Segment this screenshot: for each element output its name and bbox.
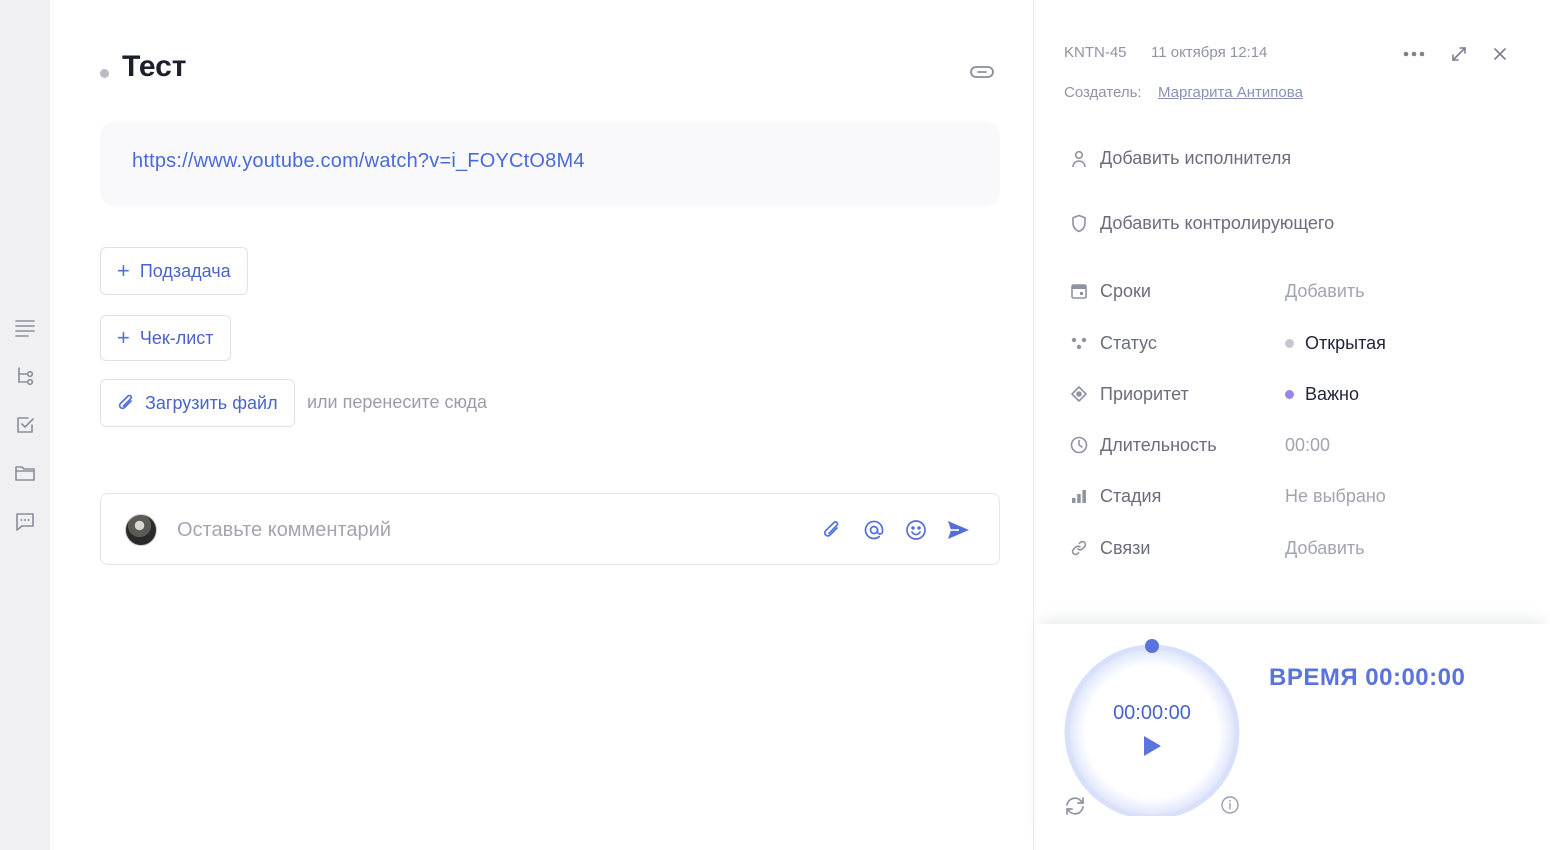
add-assignee-button[interactable]: Добавить исполнителя xyxy=(1070,148,1291,169)
status-value-text: Открытая xyxy=(1305,332,1386,353)
prop-duration: Длительность 00:00 xyxy=(1070,431,1530,459)
prop-links: Связи Добавить xyxy=(1070,534,1530,562)
comment-input[interactable] xyxy=(177,514,777,546)
add-subtask-label: Подзадача xyxy=(139,260,231,281)
more-icon[interactable] xyxy=(1401,42,1427,66)
comment-box xyxy=(100,493,1000,565)
creator-link[interactable]: Маргарита Антипова xyxy=(1158,84,1303,101)
creator-label: Создатель: xyxy=(1064,84,1142,101)
avatar xyxy=(125,514,157,546)
attach-icon[interactable] xyxy=(819,517,845,543)
task-description[interactable]: https://www.youtube.com/watch?v=i_FOYCtO… xyxy=(100,122,1000,206)
close-icon[interactable] xyxy=(1487,42,1513,66)
mention-icon[interactable] xyxy=(861,517,887,543)
reset-icon[interactable] xyxy=(1063,794,1087,818)
info-icon[interactable] xyxy=(1219,794,1241,816)
calendar-icon xyxy=(1070,281,1088,301)
deadline-label: Сроки xyxy=(1100,280,1151,301)
priority-label: Приоритет xyxy=(1100,383,1189,404)
timer-panel: 00:00:00 ВРЕМЯ 00:00:00 xyxy=(1034,624,1550,850)
folder-icon[interactable] xyxy=(13,461,37,485)
add-controller-label: Добавить контролирующего xyxy=(1100,213,1335,233)
task-main-panel: Тест https://www.youtube.com/watch?v=i_F… xyxy=(50,0,1034,850)
user-icon xyxy=(1070,149,1088,169)
upload-file-label: Загрузить файл xyxy=(145,392,278,413)
timer-display: 00:00:00 xyxy=(1113,702,1191,724)
add-assignee-label: Добавить исполнителя xyxy=(1100,148,1292,168)
priority-dot xyxy=(1285,389,1294,399)
status-dot xyxy=(1285,338,1294,348)
scroll-fade xyxy=(1034,585,1550,625)
task-date: 11 октября 12:14 xyxy=(1151,44,1268,61)
play-icon[interactable] xyxy=(1141,734,1163,758)
stage-label: Стадия xyxy=(1100,485,1162,506)
add-checklist-button[interactable]: + Чек-лист xyxy=(100,315,231,361)
priority-value-text: Важно xyxy=(1305,383,1360,404)
clock-icon xyxy=(1070,435,1088,455)
upload-hint: или перенесите сюда xyxy=(307,392,488,412)
shield-icon xyxy=(1070,214,1088,234)
list-icon[interactable] xyxy=(13,315,37,339)
status-value[interactable]: Открытая xyxy=(1285,333,1386,354)
links-label: Связи xyxy=(1100,537,1151,558)
add-controller-button[interactable]: Добавить контролирующего xyxy=(1070,213,1334,234)
prop-stage: Стадия Не выбрано xyxy=(1070,482,1530,510)
plus-icon: + xyxy=(117,325,130,350)
prop-priority: Приоритет Важно xyxy=(1070,380,1530,408)
links-value[interactable]: Добавить xyxy=(1285,538,1365,559)
title-status-dot xyxy=(100,69,109,78)
duration-value[interactable]: 00:00 xyxy=(1285,435,1330,456)
add-subtask-button[interactable]: + Подзадача xyxy=(100,247,248,295)
task-id: KNTN-45 xyxy=(1064,44,1127,61)
upload-file-button[interactable]: Загрузить файл xyxy=(100,379,295,427)
deadline-value[interactable]: Добавить xyxy=(1285,281,1365,302)
checklist-icon[interactable] xyxy=(13,413,37,437)
chain-link-icon xyxy=(1070,538,1088,558)
stage-value[interactable]: Не выбрано xyxy=(1285,486,1386,507)
total-time-label: ВРЕМЯ 00:00:00 xyxy=(1269,664,1466,691)
priority-value[interactable]: Важно xyxy=(1285,384,1359,405)
send-icon[interactable] xyxy=(945,517,971,543)
timer-dial xyxy=(1064,639,1240,816)
status-icon xyxy=(1070,333,1088,353)
duration-label: Длительность xyxy=(1100,434,1217,455)
priority-icon xyxy=(1070,384,1088,404)
description-link[interactable]: https://www.youtube.com/watch?v=i_FOYCtO… xyxy=(132,150,585,172)
subtasks-icon[interactable] xyxy=(13,364,37,388)
expand-icon[interactable] xyxy=(1446,42,1472,66)
left-rail xyxy=(0,0,50,850)
task-title[interactable]: Тест xyxy=(122,50,187,84)
paperclip-icon xyxy=(117,393,135,413)
emoji-icon[interactable] xyxy=(903,517,929,543)
task-details-panel: KNTN-45 11 октября 12:14 Создатель: Марг… xyxy=(1034,0,1550,850)
status-label: Статус xyxy=(1100,332,1157,353)
stage-icon xyxy=(1070,486,1088,506)
plus-icon: + xyxy=(117,258,130,283)
chat-icon[interactable] xyxy=(13,510,37,534)
prop-status: Статус Открытая xyxy=(1070,329,1530,357)
copy-link-icon[interactable] xyxy=(968,60,996,84)
prop-deadline: Сроки Добавить xyxy=(1070,277,1530,305)
add-checklist-label: Чек-лист xyxy=(139,327,214,348)
